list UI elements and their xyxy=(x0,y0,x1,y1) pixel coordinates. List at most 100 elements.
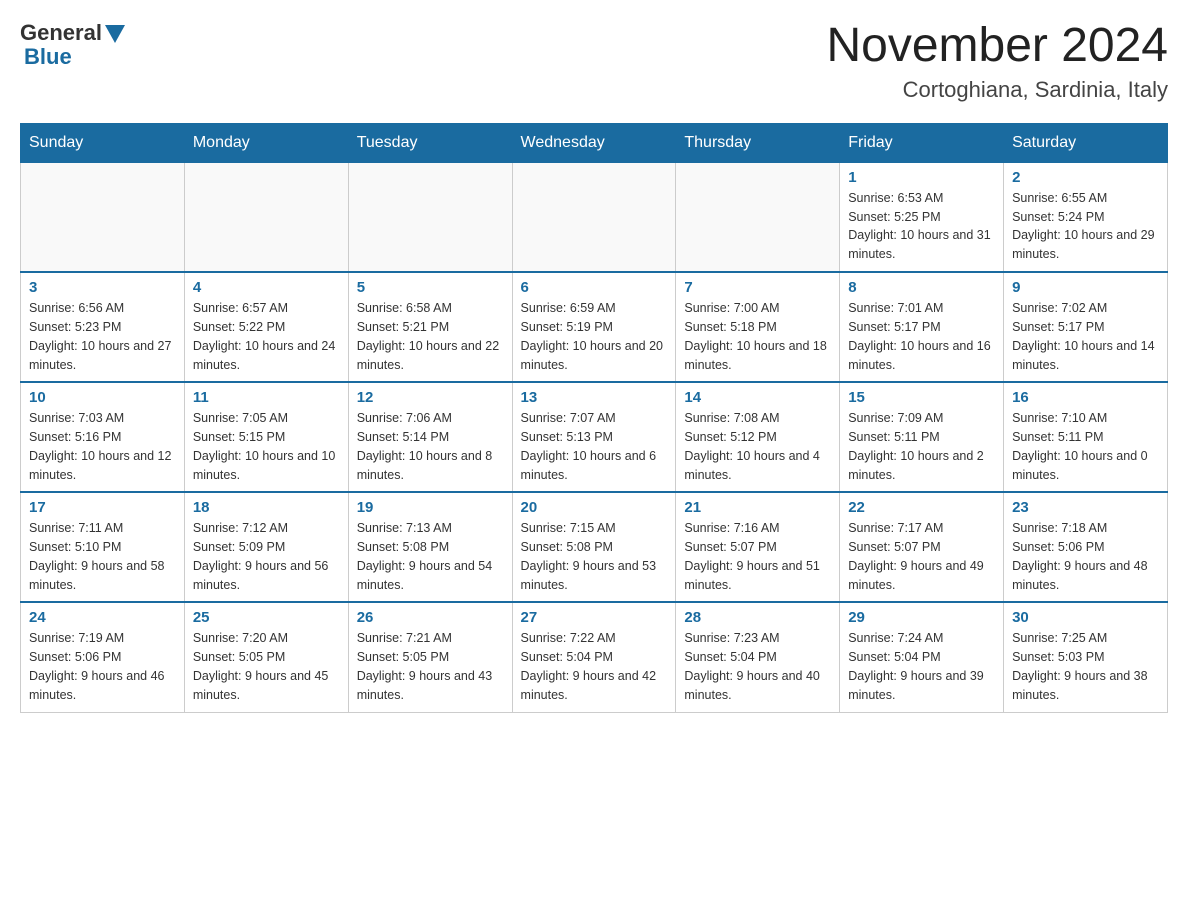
day-info: Sunrise: 6:53 AMSunset: 5:25 PMDaylight:… xyxy=(848,189,995,264)
calendar-day-cell xyxy=(21,162,185,272)
day-number: 28 xyxy=(684,609,831,626)
day-info: Sunrise: 6:59 AMSunset: 5:19 PMDaylight:… xyxy=(521,299,668,374)
day-number: 24 xyxy=(29,609,176,626)
calendar-table: SundayMondayTuesdayWednesdayThursdayFrid… xyxy=(20,123,1168,713)
day-info: Sunrise: 7:12 AMSunset: 5:09 PMDaylight:… xyxy=(193,519,340,594)
day-number: 30 xyxy=(1012,609,1159,626)
title-block: November 2024 Cortoghiana, Sardinia, Ita… xyxy=(826,20,1168,103)
day-info: Sunrise: 7:21 AMSunset: 5:05 PMDaylight:… xyxy=(357,629,504,704)
day-number: 8 xyxy=(848,279,995,296)
day-info: Sunrise: 6:58 AMSunset: 5:21 PMDaylight:… xyxy=(357,299,504,374)
day-number: 14 xyxy=(684,389,831,406)
day-info: Sunrise: 7:09 AMSunset: 5:11 PMDaylight:… xyxy=(848,409,995,484)
day-info: Sunrise: 7:10 AMSunset: 5:11 PMDaylight:… xyxy=(1012,409,1159,484)
calendar-weekday-wednesday: Wednesday xyxy=(512,123,676,162)
day-info: Sunrise: 7:22 AMSunset: 5:04 PMDaylight:… xyxy=(521,629,668,704)
day-number: 15 xyxy=(848,389,995,406)
calendar-weekday-friday: Friday xyxy=(840,123,1004,162)
day-number: 6 xyxy=(521,279,668,296)
day-info: Sunrise: 7:16 AMSunset: 5:07 PMDaylight:… xyxy=(684,519,831,594)
calendar-day-cell xyxy=(512,162,676,272)
day-number: 26 xyxy=(357,609,504,626)
calendar-day-cell: 18 Sunrise: 7:12 AMSunset: 5:09 PMDayligh… xyxy=(184,492,348,602)
day-number: 11 xyxy=(193,389,340,406)
day-number: 5 xyxy=(357,279,504,296)
calendar-day-cell: 7Sunrise: 7:00 AMSunset: 5:18 PMDaylight… xyxy=(676,272,840,382)
calendar-day-cell: 12Sunrise: 7:06 AMSunset: 5:14 PMDayligh… xyxy=(348,382,512,492)
day-number: 23 xyxy=(1012,499,1159,516)
calendar-week-row: 17 Sunrise: 7:11 AMSunset: 5:10 PMDayligh… xyxy=(21,492,1168,602)
day-info: Sunrise: 7:08 AMSunset: 5:12 PMDaylight:… xyxy=(684,409,831,484)
calendar-day-cell: 22Sunrise: 7:17 AMSunset: 5:07 PMDayligh… xyxy=(840,492,1004,602)
day-info: Sunrise: 7:00 AMSunset: 5:18 PMDaylight:… xyxy=(684,299,831,374)
calendar-day-cell: 27 Sunrise: 7:22 AMSunset: 5:04 PMDayligh… xyxy=(512,602,676,712)
calendar-day-cell: 8 Sunrise: 7:01 AMSunset: 5:17 PMDaylight… xyxy=(840,272,1004,382)
day-number: 12 xyxy=(357,389,504,406)
calendar-day-cell: 16 Sunrise: 7:10 AMSunset: 5:11 PMDayligh… xyxy=(1004,382,1168,492)
day-number: 21 xyxy=(684,499,831,516)
calendar-day-cell: 30Sunrise: 7:25 AMSunset: 5:03 PMDayligh… xyxy=(1004,602,1168,712)
calendar-day-cell: 6 Sunrise: 6:59 AMSunset: 5:19 PMDaylight… xyxy=(512,272,676,382)
day-info: Sunrise: 7:02 AMSunset: 5:17 PMDaylight:… xyxy=(1012,299,1159,374)
calendar-day-cell: 20Sunrise: 7:15 AMSunset: 5:08 PMDayligh… xyxy=(512,492,676,602)
day-number: 16 xyxy=(1012,389,1159,406)
calendar-day-cell: 15 Sunrise: 7:09 AMSunset: 5:11 PMDayligh… xyxy=(840,382,1004,492)
calendar-day-cell xyxy=(676,162,840,272)
calendar-week-row: 3Sunrise: 6:56 AMSunset: 5:23 PMDaylight… xyxy=(21,272,1168,382)
calendar-weekday-sunday: Sunday xyxy=(21,123,185,162)
day-number: 25 xyxy=(193,609,340,626)
day-info: Sunrise: 7:03 AMSunset: 5:16 PMDaylight:… xyxy=(29,409,176,484)
day-info: Sunrise: 7:13 AMSunset: 5:08 PMDaylight:… xyxy=(357,519,504,594)
day-info: Sunrise: 7:23 AMSunset: 5:04 PMDaylight:… xyxy=(684,629,831,704)
calendar-week-row: 24 Sunrise: 7:19 AMSunset: 5:06 PMDayligh… xyxy=(21,602,1168,712)
calendar-day-cell: 26 Sunrise: 7:21 AMSunset: 5:05 PMDayligh… xyxy=(348,602,512,712)
day-number: 19 xyxy=(357,499,504,516)
day-info: Sunrise: 7:01 AMSunset: 5:17 PMDaylight:… xyxy=(848,299,995,374)
calendar-day-cell xyxy=(348,162,512,272)
day-number: 29 xyxy=(848,609,995,626)
month-title: November 2024 xyxy=(826,20,1168,73)
day-number: 4 xyxy=(193,279,340,296)
day-number: 18 xyxy=(193,499,340,516)
calendar-day-cell: 25 Sunrise: 7:20 AMSunset: 5:05 PMDayligh… xyxy=(184,602,348,712)
calendar-weekday-tuesday: Tuesday xyxy=(348,123,512,162)
day-info: Sunrise: 6:57 AMSunset: 5:22 PMDaylight:… xyxy=(193,299,340,374)
day-info: Sunrise: 7:15 AMSunset: 5:08 PMDaylight:… xyxy=(521,519,668,594)
calendar-header-row: SundayMondayTuesdayWednesdayThursdayFrid… xyxy=(21,123,1168,162)
calendar-day-cell: 28 Sunrise: 7:23 AMSunset: 5:04 PMDayligh… xyxy=(676,602,840,712)
logo-blue-text: Blue xyxy=(24,44,72,70)
calendar-weekday-monday: Monday xyxy=(184,123,348,162)
day-info: Sunrise: 7:11 AMSunset: 5:10 PMDaylight:… xyxy=(29,519,176,594)
calendar-weekday-thursday: Thursday xyxy=(676,123,840,162)
calendar-day-cell: 13Sunrise: 7:07 AMSunset: 5:13 PMDayligh… xyxy=(512,382,676,492)
calendar-day-cell: 19 Sunrise: 7:13 AMSunset: 5:08 PMDayligh… xyxy=(348,492,512,602)
day-number: 3 xyxy=(29,279,176,296)
calendar-weekday-saturday: Saturday xyxy=(1004,123,1168,162)
day-number: 17 xyxy=(29,499,176,516)
calendar-day-cell: 24 Sunrise: 7:19 AMSunset: 5:06 PMDayligh… xyxy=(21,602,185,712)
day-number: 9 xyxy=(1012,279,1159,296)
logo-general-text: General xyxy=(20,20,102,46)
calendar-week-row: 10 Sunrise: 7:03 AMSunset: 5:16 PMDayligh… xyxy=(21,382,1168,492)
day-number: 2 xyxy=(1012,169,1159,186)
calendar-day-cell: 17 Sunrise: 7:11 AMSunset: 5:10 PMDayligh… xyxy=(21,492,185,602)
calendar-week-row: 1 Sunrise: 6:53 AMSunset: 5:25 PMDaylight… xyxy=(21,162,1168,272)
calendar-day-cell: 11 Sunrise: 7:05 AMSunset: 5:15 PMDayligh… xyxy=(184,382,348,492)
calendar-day-cell: 2 Sunrise: 6:55 AMSunset: 5:24 PMDaylight… xyxy=(1004,162,1168,272)
day-number: 1 xyxy=(848,169,995,186)
day-info: Sunrise: 7:20 AMSunset: 5:05 PMDaylight:… xyxy=(193,629,340,704)
calendar-day-cell xyxy=(184,162,348,272)
day-number: 13 xyxy=(521,389,668,406)
calendar-day-cell: 3Sunrise: 6:56 AMSunset: 5:23 PMDaylight… xyxy=(21,272,185,382)
page-header: General Blue November 2024 Cortoghiana, … xyxy=(20,20,1168,103)
calendar-day-cell: 4 Sunrise: 6:57 AMSunset: 5:22 PMDaylight… xyxy=(184,272,348,382)
day-info: Sunrise: 7:24 AMSunset: 5:04 PMDaylight:… xyxy=(848,629,995,704)
day-number: 10 xyxy=(29,389,176,406)
day-number: 22 xyxy=(848,499,995,516)
day-info: Sunrise: 7:19 AMSunset: 5:06 PMDaylight:… xyxy=(29,629,176,704)
calendar-day-cell: 1 Sunrise: 6:53 AMSunset: 5:25 PMDaylight… xyxy=(840,162,1004,272)
day-info: Sunrise: 6:55 AMSunset: 5:24 PMDaylight:… xyxy=(1012,189,1159,264)
day-number: 27 xyxy=(521,609,668,626)
day-info: Sunrise: 7:18 AMSunset: 5:06 PMDaylight:… xyxy=(1012,519,1159,594)
day-info: Sunrise: 7:05 AMSunset: 5:15 PMDaylight:… xyxy=(193,409,340,484)
